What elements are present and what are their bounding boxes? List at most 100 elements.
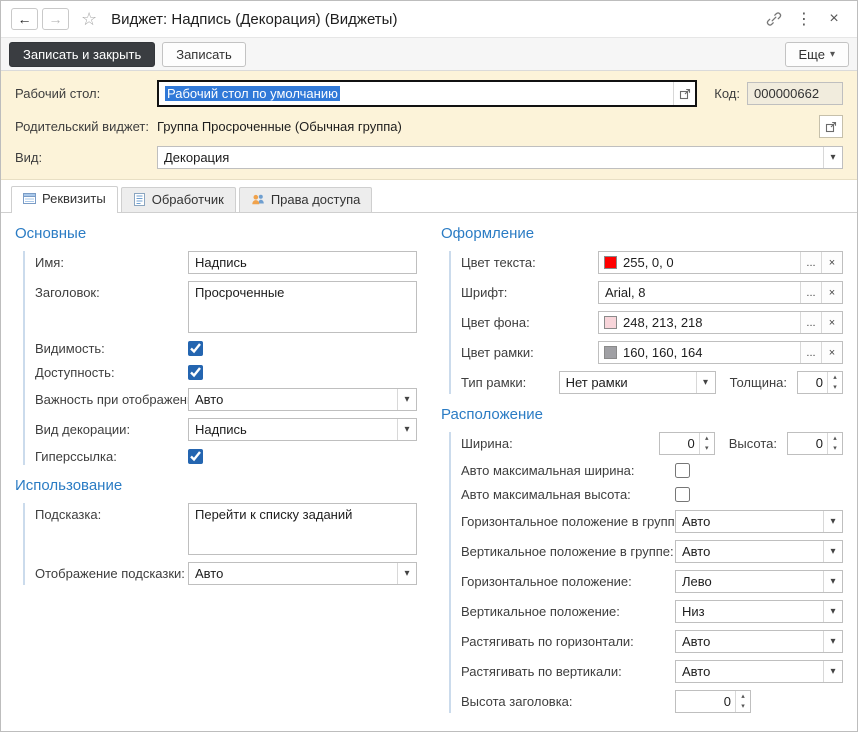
chevron-down-icon[interactable]: ▾ — [397, 563, 416, 584]
font-field[interactable]: Arial, 8 ... × — [598, 281, 843, 304]
availability-checkbox[interactable] — [188, 365, 203, 380]
desktop-field[interactable]: Рабочий стол по умолчанию — [157, 80, 697, 107]
open-parent-button[interactable] — [819, 115, 843, 138]
choose-button[interactable]: ... — [800, 312, 821, 333]
open-icon[interactable] — [673, 82, 695, 105]
spin-down-icon[interactable]: ▾ — [736, 702, 750, 713]
auto-max-width-row: Авто максимальная ширина: — [461, 462, 843, 479]
name-label: Имя: — [35, 255, 188, 270]
title-input[interactable] — [188, 281, 417, 333]
clear-button[interactable]: × — [821, 252, 842, 273]
border-type-dropdown[interactable]: Нет рамки ▾ — [559, 371, 716, 394]
hyperlink-checkbox[interactable] — [188, 449, 203, 464]
form-icon — [23, 192, 36, 205]
height-spinner[interactable]: 0 ▴ ▾ — [787, 432, 843, 455]
close-icon[interactable]: × — [821, 7, 847, 31]
desktop-label: Рабочий стол: — [15, 86, 157, 101]
width-height-row: Ширина: 0 ▴ ▾ Высота: 0 ▴ ▾ — [461, 432, 843, 455]
link-icon[interactable] — [761, 7, 787, 31]
spin-up-icon[interactable]: ▴ — [700, 433, 714, 444]
spin-up-icon[interactable]: ▴ — [828, 433, 842, 444]
stretch-v-row: Растягивать по вертикали: Авто ▾ — [461, 660, 843, 683]
importance-dropdown[interactable]: Авто ▾ — [188, 388, 417, 411]
auto-max-width-checkbox[interactable] — [675, 463, 690, 478]
width-spinner[interactable]: 0 ▴ ▾ — [659, 432, 715, 455]
thickness-label: Толщина: — [730, 375, 787, 390]
forward-arrow-icon: → — [49, 11, 63, 27]
forward-button[interactable]: → — [42, 8, 69, 30]
section-usage-title: Использование — [15, 477, 417, 494]
parent-widget-value[interactable]: Группа Просроченные (Обычная группа) — [157, 119, 819, 134]
chevron-down-icon[interactable]: ▾ — [823, 571, 842, 592]
v-pos-row: Вертикальное положение: Низ ▾ — [461, 600, 843, 623]
chevron-down-icon[interactable]: ▾ — [823, 631, 842, 652]
caption-height-spinner[interactable]: 0 ▴ ▾ — [675, 690, 751, 713]
name-input[interactable] — [188, 251, 417, 274]
form-header: Рабочий стол: Рабочий стол по умолчанию … — [1, 71, 857, 180]
h-pos-label: Горизонтальное положение: — [461, 574, 675, 589]
chevron-down-icon: ▾ — [830, 49, 835, 60]
h-pos-dropdown[interactable]: Лево ▾ — [675, 570, 843, 593]
chevron-down-icon[interactable]: ▾ — [823, 511, 842, 532]
tab-attributes[interactable]: Реквизиты — [11, 186, 118, 213]
h-in-group-dropdown[interactable]: Авто ▾ — [675, 510, 843, 533]
font-label: Шрифт: — [461, 285, 598, 300]
text-color-field[interactable]: 255, 0, 0 ... × — [598, 251, 843, 274]
thickness-spinner[interactable]: 0 ▴ ▾ — [797, 371, 843, 394]
tab-handler[interactable]: Обработчик — [121, 187, 236, 212]
stretch-h-row: Растягивать по горизонтали: Авто ▾ — [461, 630, 843, 653]
more-button[interactable]: Еще▾ — [785, 42, 849, 67]
v-in-group-row: Вертикальное положение в группе: Авто ▾ — [461, 540, 843, 563]
chevron-down-icon[interactable]: ▾ — [397, 389, 416, 410]
visibility-row: Видимость: — [35, 340, 417, 357]
clear-button[interactable]: × — [821, 312, 842, 333]
save-button[interactable]: Записать — [162, 42, 246, 67]
border-color-field[interactable]: 160, 160, 164 ... × — [598, 341, 843, 364]
chevron-down-icon[interactable]: ▾ — [397, 419, 416, 440]
chevron-down-icon[interactable]: ▾ — [696, 372, 715, 393]
back-color-field[interactable]: 248, 213, 218 ... × — [598, 311, 843, 334]
section-basic-title: Основные — [15, 225, 417, 242]
choose-button[interactable]: ... — [800, 342, 821, 363]
spin-down-icon[interactable]: ▾ — [828, 383, 842, 394]
chevron-down-icon[interactable]: ▾ — [823, 541, 842, 562]
spin-up-icon[interactable]: ▴ — [736, 691, 750, 702]
tab-access-rights[interactable]: Права доступа — [239, 187, 373, 212]
decoration-kind-dropdown[interactable]: Надпись ▾ — [188, 418, 417, 441]
clear-button[interactable]: × — [821, 282, 842, 303]
chevron-down-icon[interactable]: ▾ — [823, 601, 842, 622]
stretch-h-label: Растягивать по горизонтали: — [461, 634, 675, 649]
choose-button[interactable]: ... — [800, 282, 821, 303]
h-pos-row: Горизонтальное положение: Лево ▾ — [461, 570, 843, 593]
tooltip-display-dropdown[interactable]: Авто ▾ — [188, 562, 417, 585]
name-row: Имя: — [35, 251, 417, 274]
chevron-down-icon[interactable]: ▾ — [823, 147, 842, 168]
spin-down-icon[interactable]: ▾ — [700, 444, 714, 455]
section-placement-title: Расположение — [441, 406, 843, 423]
menu-dots-icon[interactable]: ⋮ — [791, 7, 817, 31]
stretch-h-dropdown[interactable]: Авто ▾ — [675, 630, 843, 653]
stretch-v-dropdown[interactable]: Авто ▾ — [675, 660, 843, 683]
spin-down-icon[interactable]: ▾ — [828, 444, 842, 455]
auto-max-height-row: Авто максимальная высота: — [461, 486, 843, 503]
command-bar: Записать и закрыть Записать Еще▾ — [1, 37, 857, 71]
auto-max-height-checkbox[interactable] — [675, 487, 690, 502]
save-and-close-button[interactable]: Записать и закрыть — [9, 42, 155, 67]
kind-dropdown[interactable]: Декорация ▾ — [157, 146, 843, 169]
choose-button[interactable]: ... — [800, 252, 821, 273]
back-button[interactable]: ← — [11, 8, 38, 30]
placement-group: Ширина: 0 ▴ ▾ Высота: 0 ▴ ▾ — [449, 432, 843, 713]
tooltip-input[interactable] — [188, 503, 417, 555]
v-in-group-dropdown[interactable]: Авто ▾ — [675, 540, 843, 563]
spin-up-icon[interactable]: ▴ — [828, 372, 842, 383]
chevron-down-icon[interactable]: ▾ — [823, 661, 842, 682]
v-pos-dropdown[interactable]: Низ ▾ — [675, 600, 843, 623]
tooltip-row: Подсказка: — [35, 503, 417, 555]
usage-group: Подсказка: Отображение подсказки: Авто ▾ — [23, 503, 417, 585]
font-row: Шрифт: Arial, 8 ... × — [461, 281, 843, 304]
back-color-label: Цвет фона: — [461, 315, 598, 330]
clear-button[interactable]: × — [821, 342, 842, 363]
visibility-label: Видимость: — [35, 341, 188, 356]
favorite-star-icon[interactable]: ☆ — [81, 9, 97, 30]
visibility-checkbox[interactable] — [188, 341, 203, 356]
